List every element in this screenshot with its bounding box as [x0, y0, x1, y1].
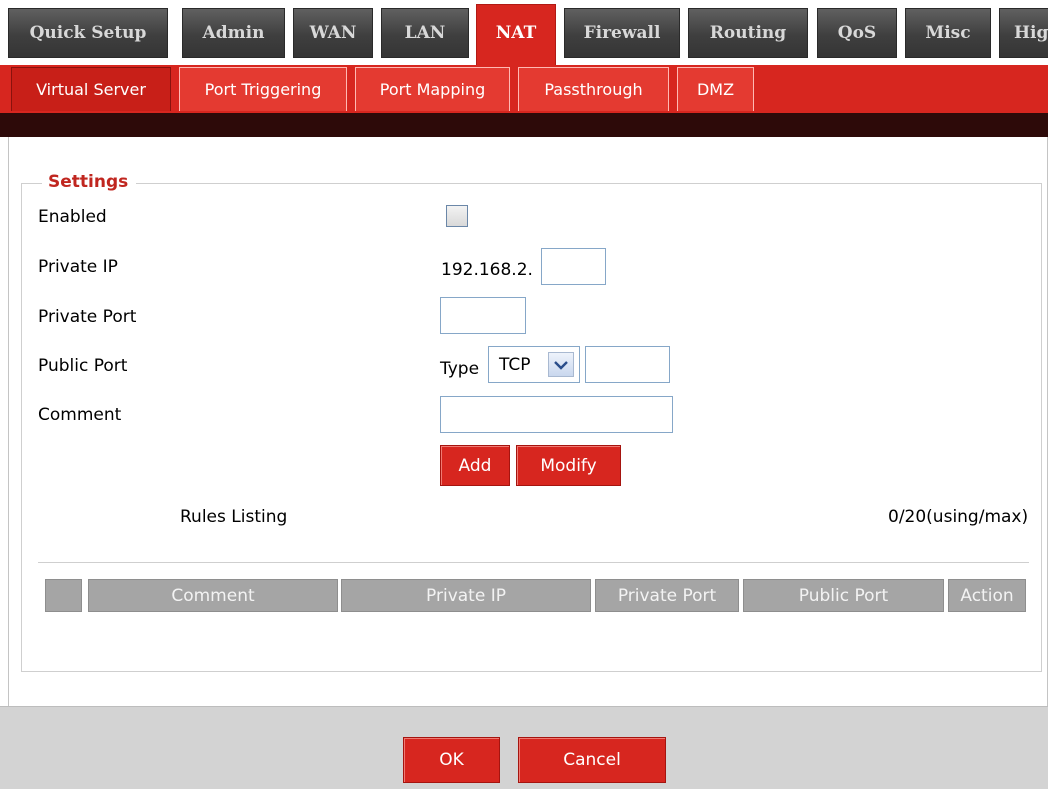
comment-label: Comment — [38, 405, 122, 425]
top-nav-bar: Quick Setup Admin WAN LAN NAT Firewall R… — [0, 0, 1048, 65]
add-button[interactable]: Add — [440, 445, 510, 486]
table-header-select — [45, 579, 82, 612]
type-label: Type — [440, 359, 480, 379]
divider — [38, 562, 1029, 563]
private-port-input[interactable] — [440, 297, 526, 334]
table-header-private-port: Private Port — [595, 579, 739, 612]
subtab-virtual-server[interactable]: Virtual Server — [11, 67, 171, 111]
private-port-label: Private Port — [38, 307, 137, 327]
tab-quick-setup[interactable]: Quick Setup — [8, 8, 168, 58]
public-port-label: Public Port — [38, 356, 128, 376]
private-ip-input[interactable] — [541, 248, 606, 285]
ok-button[interactable]: OK — [403, 737, 500, 783]
modify-button[interactable]: Modify — [516, 445, 621, 486]
protocol-type-value: TCP — [499, 354, 531, 375]
private-ip-prefix: 192.168.2. — [441, 260, 533, 280]
table-header-action: Action — [948, 579, 1026, 612]
sub-nav-bar: Virtual Server Port Triggering Port Mapp… — [0, 65, 1048, 113]
tab-firewall[interactable]: Firewall — [564, 8, 680, 58]
rules-count: 0/20(using/max) — [888, 507, 1029, 527]
protocol-type-select[interactable]: TCP — [488, 346, 580, 383]
tab-nat[interactable]: NAT — [476, 4, 556, 65]
private-ip-label: Private IP — [38, 257, 118, 277]
public-port-input[interactable] — [585, 346, 670, 383]
tab-hig[interactable]: Hig — [999, 8, 1048, 58]
tab-misc[interactable]: Misc — [905, 8, 991, 58]
subtab-port-triggering[interactable]: Port Triggering — [179, 67, 347, 111]
settings-legend: Settings — [42, 172, 137, 192]
subtab-port-mapping[interactable]: Port Mapping — [355, 67, 510, 111]
chevron-down-icon[interactable] — [548, 352, 574, 377]
table-header-public-port: Public Port — [743, 579, 944, 612]
tab-routing[interactable]: Routing — [688, 8, 808, 58]
tab-admin[interactable]: Admin — [182, 8, 285, 58]
header-divider — [0, 113, 1048, 137]
rules-listing-title: Rules Listing — [180, 507, 288, 527]
enabled-label: Enabled — [38, 207, 107, 227]
comment-input[interactable] — [440, 396, 673, 433]
table-header-comment: Comment — [88, 579, 338, 612]
table-header-private-ip: Private IP — [341, 579, 591, 612]
tab-lan[interactable]: LAN — [381, 8, 469, 58]
subtab-passthrough[interactable]: Passthrough — [518, 67, 669, 111]
tab-qos[interactable]: QoS — [817, 8, 897, 58]
cancel-button[interactable]: Cancel — [518, 737, 666, 783]
enabled-checkbox[interactable] — [446, 205, 468, 227]
tab-wan[interactable]: WAN — [293, 8, 373, 58]
subtab-dmz[interactable]: DMZ — [677, 67, 754, 111]
